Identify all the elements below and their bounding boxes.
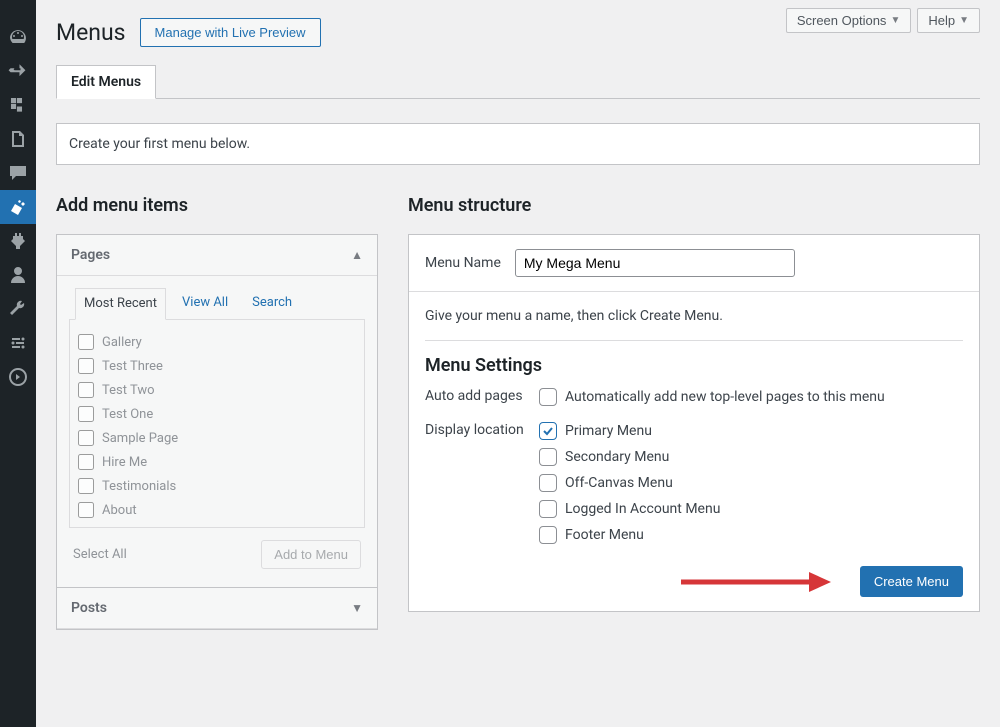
pages-list[interactable]: Gallery Test Three Test Two Test One Sam… <box>69 320 365 528</box>
menu-settings-heading: Menu Settings <box>409 341 979 380</box>
posts-label: Posts <box>71 600 107 616</box>
tab-strip: Edit Menus <box>56 65 980 99</box>
add-to-menu-button[interactable]: Add to Menu <box>261 540 361 569</box>
sidebar-dashboard[interactable] <box>0 20 36 54</box>
location-checkbox-logged-in[interactable] <box>539 500 557 518</box>
notice-message: Create your first menu below. <box>56 123 980 165</box>
list-item[interactable]: Gallery <box>78 330 356 354</box>
posts-accordion-head[interactable]: Posts ▼ <box>57 587 377 629</box>
menu-name-label: Menu Name <box>425 255 501 271</box>
list-item[interactable]: Test One <box>78 402 356 426</box>
sidebar-settings[interactable] <box>0 326 36 360</box>
menu-structure-heading: Menu structure <box>408 195 980 216</box>
page-checkbox[interactable] <box>78 502 94 518</box>
auto-add-text: Automatically add new top-level pages to… <box>565 389 885 405</box>
location-checkbox-footer[interactable] <box>539 526 557 544</box>
tab-edit-menus[interactable]: Edit Menus <box>56 65 156 99</box>
page-checkbox[interactable] <box>78 478 94 494</box>
page-checkbox[interactable] <box>78 430 94 446</box>
chevron-up-icon: ▲ <box>351 248 363 262</box>
live-preview-button[interactable]: Manage with Live Preview <box>140 18 321 47</box>
help-button[interactable]: Help ▼ <box>917 8 980 33</box>
subtab-search[interactable]: Search <box>244 288 300 319</box>
instruction-text: Give your menu a name, then click Create… <box>409 292 979 340</box>
location-label: Footer Menu <box>565 527 644 543</box>
pages-accordion: Pages ▲ Most Recent View All Search Gall… <box>56 234 378 630</box>
sidebar-posts[interactable] <box>0 54 36 88</box>
sidebar-media[interactable] <box>0 88 36 122</box>
page-checkbox[interactable] <box>78 334 94 350</box>
location-checkbox-offcanvas[interactable] <box>539 474 557 492</box>
sidebar-tools[interactable] <box>0 292 36 326</box>
chevron-down-icon: ▼ <box>959 15 969 26</box>
screen-options-button[interactable]: Screen Options▼ <box>786 8 912 33</box>
pages-accordion-head[interactable]: Pages ▲ <box>57 235 377 276</box>
subtab-most-recent[interactable]: Most Recent <box>75 288 166 320</box>
auto-add-checkbox[interactable] <box>539 388 557 406</box>
sidebar-appearance[interactable] <box>0 190 36 224</box>
chevron-down-icon: ▼ <box>890 15 900 26</box>
sidebar-users[interactable] <box>0 258 36 292</box>
sidebar-comments[interactable] <box>0 156 36 190</box>
main-content: Screen Options▼ Help▼ Menus Manage with … <box>36 0 1000 727</box>
location-label: Off-Canvas Menu <box>565 475 673 491</box>
chevron-down-icon: ▼ <box>351 601 363 615</box>
page-title: Menus <box>56 19 126 46</box>
auto-add-label: Auto add pages <box>425 388 533 406</box>
location-label: Logged In Account Menu <box>565 501 720 517</box>
page-checkbox[interactable] <box>78 454 94 470</box>
admin-sidebar <box>0 0 36 727</box>
sidebar-pages[interactable] <box>0 122 36 156</box>
location-label: Primary Menu <box>565 423 652 439</box>
list-item[interactable]: Sample Page <box>78 426 356 450</box>
annotation-arrow-icon <box>681 570 831 594</box>
subtab-view-all[interactable]: View All <box>174 288 236 319</box>
list-item[interactable]: Test Three <box>78 354 356 378</box>
list-item[interactable]: About <box>78 498 356 522</box>
menu-structure-panel: Menu Name Give your menu a name, then cl… <box>408 234 980 612</box>
location-checkbox-secondary[interactable] <box>539 448 557 466</box>
help-label: Help <box>928 13 955 28</box>
sidebar-collapse[interactable] <box>0 360 36 394</box>
create-menu-button[interactable]: Create Menu <box>860 566 963 597</box>
list-item[interactable]: Hire Me <box>78 450 356 474</box>
pages-label: Pages <box>71 247 110 263</box>
location-label: Secondary Menu <box>565 449 669 465</box>
display-location-label: Display location <box>425 422 533 544</box>
page-checkbox[interactable] <box>78 358 94 374</box>
screen-options-label: Screen Options <box>797 13 887 28</box>
list-item[interactable]: Test Two <box>78 378 356 402</box>
page-checkbox[interactable] <box>78 406 94 422</box>
sidebar-plugins[interactable] <box>0 224 36 258</box>
location-checkbox-primary[interactable] <box>539 422 557 440</box>
menu-name-input[interactable] <box>515 249 795 277</box>
page-checkbox[interactable] <box>78 382 94 398</box>
list-item[interactable]: Testimonials <box>78 474 356 498</box>
add-menu-items-heading: Add menu items <box>56 195 378 216</box>
select-all-link[interactable]: Select All <box>73 547 127 562</box>
